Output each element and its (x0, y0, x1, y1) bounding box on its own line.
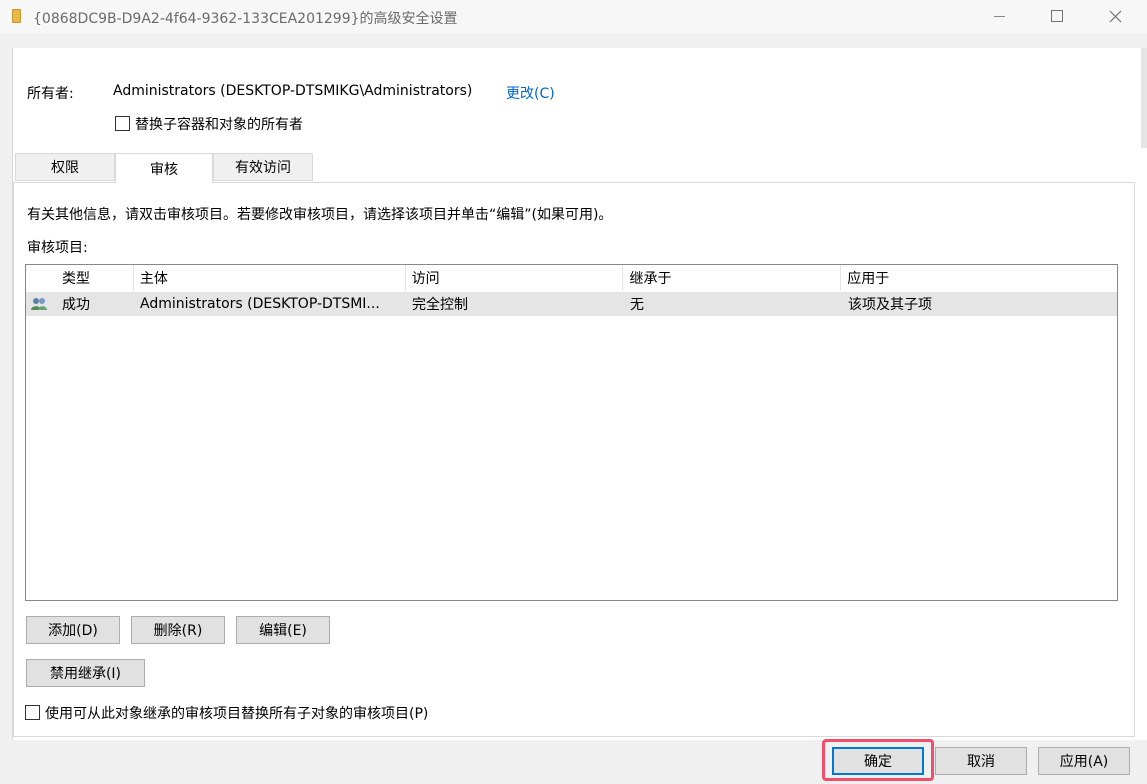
column-icon (26, 265, 56, 291)
remove-button[interactable]: 删除(R) (131, 616, 225, 644)
column-access[interactable]: 访问 (406, 265, 624, 291)
maximize-icon (1051, 10, 1063, 22)
add-button[interactable]: 添加(D) (26, 616, 120, 644)
close-button[interactable] (1086, 0, 1144, 32)
replace-child-audit-checkbox-label: 使用可从此对象继承的审核项目替换所有子对象的审核项目(P) (45, 706, 429, 722)
edit-button[interactable]: 编辑(E) (236, 616, 330, 644)
row-icon-cell (26, 292, 56, 316)
cancel-button[interactable]: 取消 (935, 747, 1027, 775)
close-icon (1109, 10, 1121, 22)
column-inherited-from[interactable]: 继承于 (623, 265, 842, 291)
audit-info-text: 有关其他信息，请双击审核项目。若要修改审核项目，请选择该项目并单击“编辑”(如果… (27, 207, 613, 223)
maximize-button[interactable] (1028, 0, 1086, 32)
tab-effective-access[interactable]: 有效访问 (213, 153, 313, 181)
owner-value: Administrators (DESKTOP-DTSMIKG\Administ… (113, 83, 473, 99)
table-row[interactable]: 成功 Administrators (DESKTOP-DTSMI... 完全控制… (26, 292, 1117, 316)
row-principal: Administrators (DESKTOP-DTSMI... (140, 296, 380, 312)
minimize-button[interactable] (970, 0, 1028, 32)
apply-button[interactable]: 应用(A) (1038, 747, 1130, 775)
replace-owner-checkbox-label: 替换子容器和对象的所有者 (135, 117, 303, 133)
tab-effective-access-label: 有效访问 (235, 160, 291, 176)
highlight-annotation (822, 739, 934, 781)
change-owner-link[interactable]: 更改(C) (506, 83, 555, 103)
replace-owner-checkbox[interactable] (115, 116, 130, 131)
column-principal[interactable]: 主体 (134, 265, 406, 291)
audit-list-label: 审核项目: (27, 240, 88, 256)
tab-audit-label: 审核 (150, 161, 178, 178)
column-type[interactable]: 类型 (56, 265, 134, 291)
row-type: 成功 (62, 297, 90, 313)
tab-permissions[interactable]: 权限 (15, 153, 115, 181)
row-inherited-from: 无 (630, 297, 644, 313)
minimize-icon (993, 15, 1005, 17)
disable-inheritance-button[interactable]: 禁用继承(I) (26, 659, 145, 687)
replace-child-audit-checkbox[interactable] (25, 705, 40, 720)
tab-audit[interactable]: 审核 (115, 153, 213, 183)
row-access: 完全控制 (412, 297, 468, 313)
column-applies-to[interactable]: 应用于 (841, 265, 1117, 291)
owner-label: 所有者: (27, 86, 74, 102)
title-bar: {0868DC9B-D9A2-4f64-9362-133CEA201299}的高… (0, 0, 1147, 34)
tab-permissions-label: 权限 (51, 160, 79, 176)
dialog-content: 所有者: Administrators (DESKTOP-DTSMIKG\Adm… (12, 48, 1147, 740)
audit-entries-list[interactable]: 类型 主体 访问 继承于 应用于 成功 Administrators (DESK… (25, 264, 1118, 601)
folder-icon (12, 9, 21, 23)
vertical-scrollbar[interactable] (1141, 48, 1147, 148)
window-title: {0868DC9B-D9A2-4f64-9362-133CEA201299}的高… (33, 11, 458, 27)
row-applies-to: 该项及其子项 (848, 297, 932, 313)
list-header: 类型 主体 访问 继承于 应用于 (26, 265, 1117, 291)
users-icon (31, 298, 47, 310)
